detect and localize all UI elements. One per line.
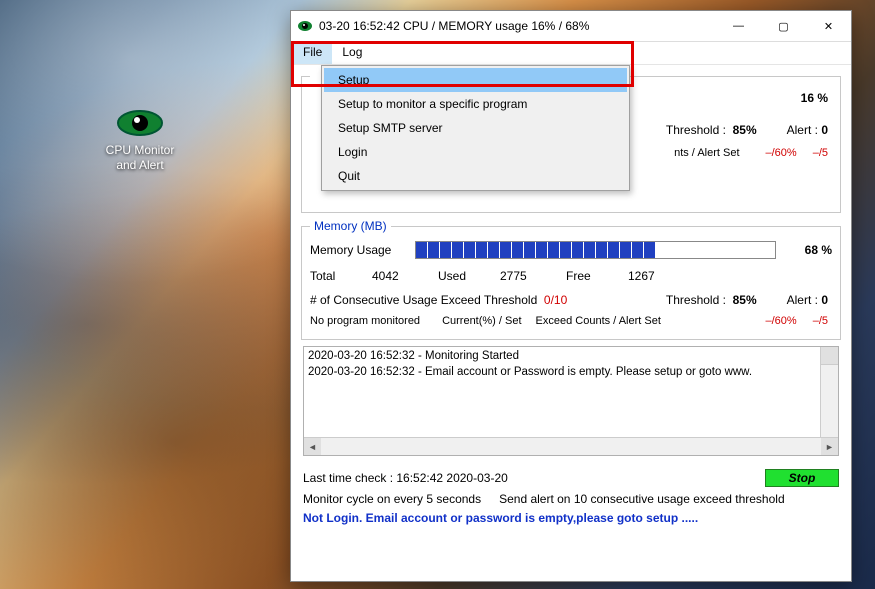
mem-free-label: Free: [566, 269, 628, 283]
mem-used: 2775: [500, 269, 566, 283]
menu-file[interactable]: File: [293, 42, 332, 64]
menu-item-setup-program[interactable]: Setup to monitor a specific program: [324, 92, 627, 116]
cpu-threshold-value: 85%: [733, 123, 757, 137]
status-area: Last time check : 16:52:42 2020-03-20 St…: [291, 462, 851, 532]
cpu-alert-label: Alert :: [787, 123, 818, 137]
mem-free: 1267: [628, 269, 694, 283]
mem-total: 4042: [372, 269, 438, 283]
app-icon: [297, 18, 313, 34]
cpu-alert-set: –/5: [813, 147, 828, 159]
mem-threshold-label: Threshold :: [666, 293, 726, 307]
memory-legend: Memory (MB): [310, 219, 391, 233]
window-title: 03-20 16:52:42 CPU / MEMORY usage 16% / …: [319, 19, 716, 33]
memory-progress: [415, 241, 776, 259]
scroll-left-icon[interactable]: ◄: [304, 438, 321, 455]
maximize-button[interactable]: ▢: [761, 11, 806, 41]
cpu-pct-set: –/60%: [766, 147, 797, 159]
close-button[interactable]: ✕: [806, 11, 851, 41]
desktop-shortcut-label: CPU Monitorand Alert: [95, 143, 185, 173]
last-check: Last time check : 16:52:42 2020-03-20: [303, 471, 508, 485]
log-line: 2020-03-20 16:52:32 - Monitoring Started: [308, 349, 834, 365]
cpu-percent: 16 %: [782, 91, 828, 105]
mem-pct-set: –/60%: [766, 315, 797, 327]
menu-log[interactable]: Log: [332, 42, 372, 64]
cpu-alert-value: 0: [821, 123, 828, 137]
mem-total-label: Total: [310, 269, 372, 283]
menu-item-setup-smtp[interactable]: Setup SMTP server: [324, 116, 627, 140]
desktop-shortcut-cpu-monitor[interactable]: CPU Monitorand Alert: [95, 105, 185, 173]
mem-exceed-label: # of Consecutive Usage Exceed Threshold: [310, 293, 537, 307]
log-area[interactable]: 2020-03-20 16:52:32 - Monitoring Started…: [303, 346, 839, 456]
memory-usage-label: Memory Usage: [310, 243, 415, 257]
file-menu-dropdown: Setup Setup to monitor a specific progra…: [321, 65, 630, 191]
memory-group: Memory (MB) Memory Usage 68 % Total 4042…: [301, 219, 841, 340]
menu-item-quit[interactable]: Quit: [324, 164, 627, 188]
mem-alert-label: Alert :: [787, 293, 818, 307]
menubar: File Log: [291, 42, 851, 65]
eye-icon: [116, 105, 164, 141]
monitor-cycle: Monitor cycle on every 5 seconds: [303, 492, 481, 506]
mem-alert-value: 0: [821, 293, 828, 307]
mem-exceed-value: 0/10: [544, 293, 567, 307]
mem-current-label: Current(%) / Set: [442, 315, 521, 327]
scroll-right-icon[interactable]: ►: [821, 438, 838, 455]
mem-alert-set: –/5: [813, 315, 828, 327]
mem-threshold-value: 85%: [733, 293, 757, 307]
status-link[interactable]: Not Login. Email account or password is …: [303, 511, 698, 525]
mem-noprog: No program monitored: [310, 315, 420, 327]
mem-used-label: Used: [438, 269, 500, 283]
minimize-button[interactable]: —: [716, 11, 761, 41]
menu-item-login[interactable]: Login: [324, 140, 627, 164]
menu-item-setup[interactable]: Setup: [324, 68, 627, 92]
log-line: 2020-03-20 16:52:32 - Email account or P…: [308, 365, 834, 381]
stop-button[interactable]: Stop: [765, 469, 839, 487]
log-vertical-scrollbar[interactable]: [820, 347, 838, 438]
log-horizontal-scrollbar[interactable]: ◄ ►: [304, 437, 838, 455]
memory-percent: 68 %: [786, 243, 832, 257]
alert-rule: Send alert on 10 consecutive usage excee…: [499, 492, 785, 506]
cpu-threshold-label: Threshold :: [666, 123, 726, 137]
cpu-counts-label: nts / Alert Set: [674, 147, 739, 159]
titlebar[interactable]: 03-20 16:52:42 CPU / MEMORY usage 16% / …: [291, 11, 851, 42]
mem-counts-label: Exceed Counts / Alert Set: [536, 315, 661, 327]
app-window: 03-20 16:52:42 CPU / MEMORY usage 16% / …: [290, 10, 852, 582]
